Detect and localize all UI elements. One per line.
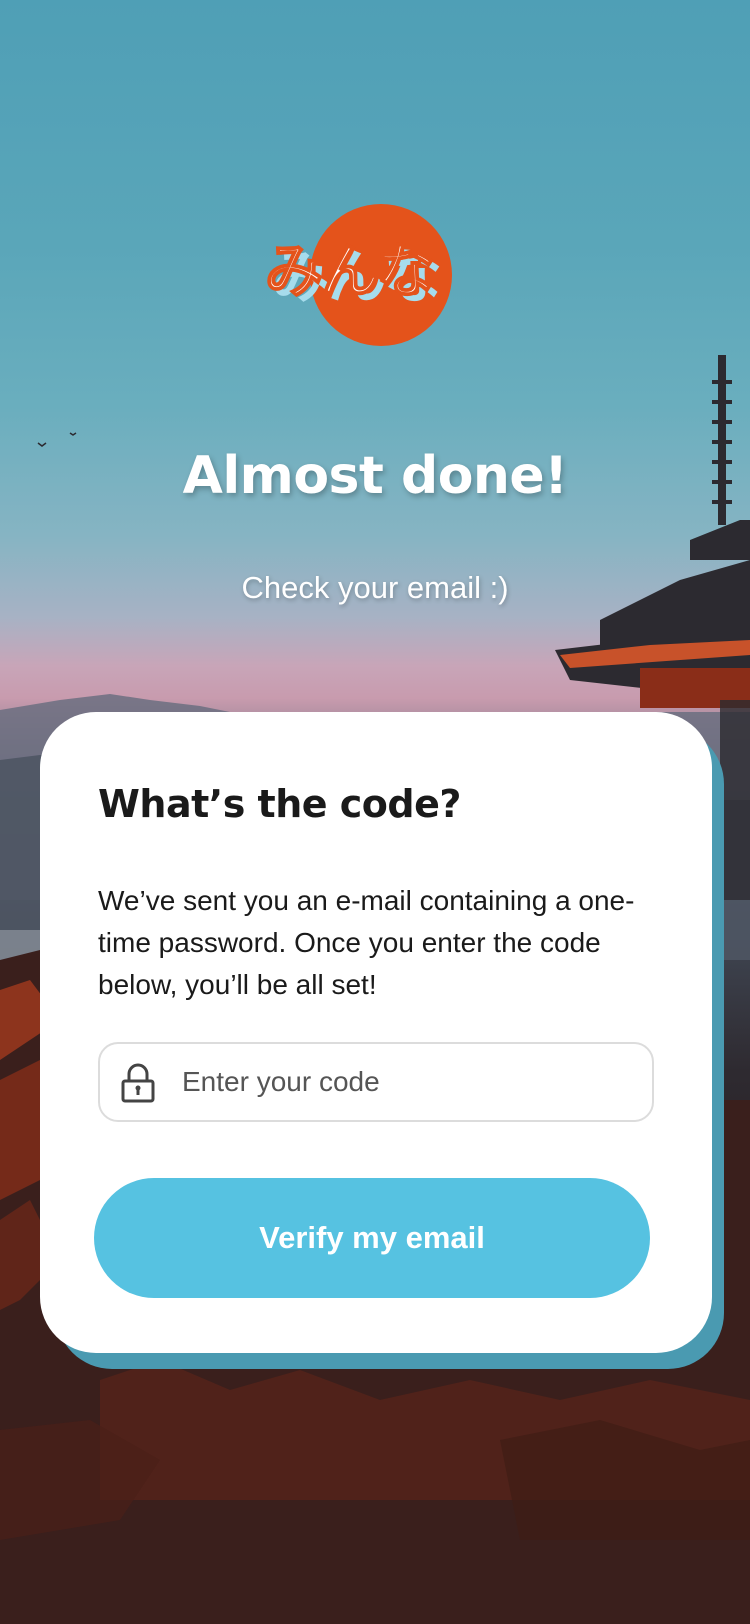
verification-card: What’s the code? We’ve sent you an e-mai… bbox=[40, 712, 712, 1353]
verify-email-screen: みんな みんな Almost done! Check your email :)… bbox=[0, 0, 750, 1624]
logo-text: みんな bbox=[264, 236, 436, 306]
page-subtitle: Check your email :) bbox=[241, 570, 509, 605]
lock-icon bbox=[121, 1063, 155, 1103]
app-logo: みんな みんな bbox=[264, 200, 485, 350]
verify-email-button[interactable]: Verify my email bbox=[94, 1178, 650, 1298]
page-title: Almost done! bbox=[182, 446, 568, 506]
code-field[interactable] bbox=[98, 1042, 654, 1122]
card-description: We’ve sent you an e-mail containing a on… bbox=[98, 885, 635, 1000]
card-title: What’s the code? bbox=[98, 782, 461, 826]
code-input[interactable] bbox=[182, 1054, 632, 1110]
